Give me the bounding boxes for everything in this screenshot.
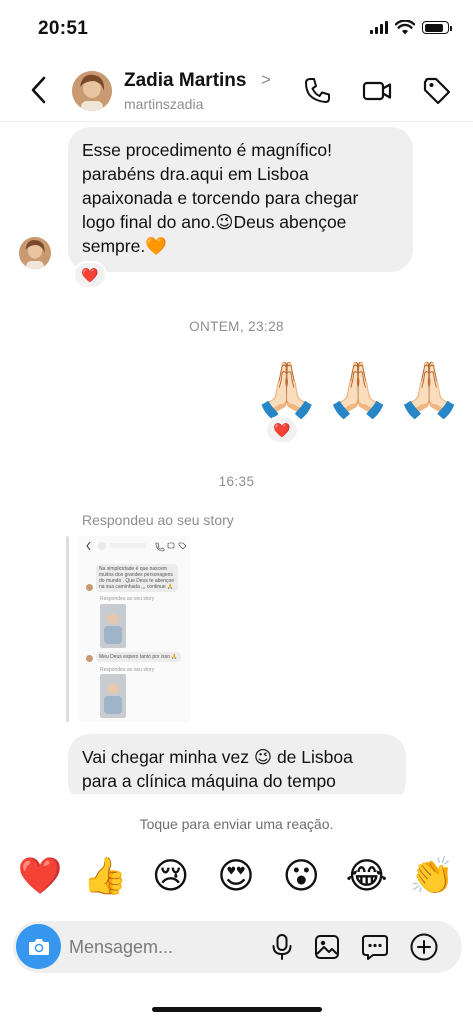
received-message-bubble[interactable]: Vai chegar minha vez 😉 de Lisboa para a … bbox=[68, 734, 406, 794]
preview-avatar bbox=[86, 655, 93, 662]
heart-reaction-icon: ❤️ bbox=[81, 266, 99, 283]
tag-icon[interactable] bbox=[421, 75, 453, 107]
message-line: parabéns dra.aqui em Lisboa bbox=[82, 164, 309, 184]
quick-reaction-tray: ❤️ 👍 😢 😍 😮 😂 👏 bbox=[16, 852, 456, 900]
timestamp: 16:35 bbox=[218, 474, 255, 489]
message-reaction[interactable]: ❤️ bbox=[265, 416, 299, 444]
story-preview[interactable]: Na simplicidade é que nascem muitos dos … bbox=[78, 536, 190, 722]
praying-hands-icon: 🙏🏻 bbox=[395, 360, 463, 420]
laughing-reaction-button[interactable]: 😂 bbox=[343, 852, 391, 900]
chat-header: Zadia Martins > martinszadia bbox=[0, 60, 473, 122]
preview-story-label: Respondeu ao seu story bbox=[100, 667, 155, 673]
battery-icon bbox=[422, 21, 452, 34]
add-button[interactable] bbox=[408, 931, 440, 963]
preview-avatar bbox=[86, 584, 93, 591]
heart-icon: ❤️ bbox=[17, 855, 63, 896]
surprised-reaction-button[interactable]: 😮 bbox=[277, 852, 325, 900]
story-reply-bar bbox=[66, 536, 69, 722]
preview-story-image bbox=[100, 604, 126, 648]
clapping-reaction-button[interactable]: 👏 bbox=[408, 852, 456, 900]
crying-reaction-button[interactable]: 😢 bbox=[147, 852, 195, 900]
status-time: 20:51 bbox=[38, 18, 89, 39]
gallery-button[interactable] bbox=[311, 931, 343, 963]
laughing-face-icon: 😂 bbox=[345, 855, 388, 896]
thumbs-up-icon: 👍 bbox=[82, 855, 128, 896]
wifi-icon bbox=[395, 20, 415, 35]
surprised-face-icon: 😮 bbox=[282, 855, 321, 896]
timestamp: ONTEM, 23:28 bbox=[189, 319, 284, 334]
profile-photo bbox=[72, 71, 112, 111]
clapping-hands-icon: 👏 bbox=[409, 855, 455, 896]
message-line: sempre.🧡 bbox=[82, 236, 168, 256]
story-reply-label: Respondeu ao seu story bbox=[82, 512, 234, 528]
preview-message: Meu Deus espero tanto por isso 🙏 bbox=[96, 652, 181, 662]
avatar[interactable] bbox=[72, 71, 112, 111]
message-input[interactable] bbox=[69, 933, 259, 961]
praying-hands-icon: 🙏🏻 bbox=[253, 360, 321, 420]
sticker-chat-icon bbox=[362, 935, 388, 960]
add-circle-icon bbox=[410, 933, 438, 961]
sent-emoji-message[interactable]: 🙏🏻 🙏🏻 🙏🏻 bbox=[253, 358, 463, 422]
back-chevron-icon[interactable] bbox=[26, 74, 52, 106]
message-reaction[interactable]: ❤️ bbox=[73, 261, 107, 289]
crying-face-icon: 😢 bbox=[151, 855, 190, 896]
camera-button[interactable] bbox=[16, 924, 61, 969]
phone-icon[interactable] bbox=[301, 75, 333, 107]
praying-hands-icon: 🙏🏻 bbox=[324, 360, 392, 420]
heart-eyes-icon: 😍 bbox=[217, 855, 255, 896]
contact-name[interactable]: Zadia Martins bbox=[124, 70, 246, 92]
message-line: logo final do ano.😉Deus abençoe bbox=[82, 212, 347, 232]
status-bar: 20:51 bbox=[0, 0, 473, 52]
preview-story-image bbox=[100, 674, 126, 718]
gallery-icon bbox=[315, 935, 339, 959]
reaction-hint: Toque para enviar uma reação. bbox=[139, 816, 334, 832]
heart-reaction-icon: ❤️ bbox=[273, 421, 291, 438]
chevron-right-icon[interactable]: > bbox=[261, 70, 271, 90]
thumbs-up-reaction-button[interactable]: 👍 bbox=[81, 852, 129, 900]
heart-reaction-button[interactable]: ❤️ bbox=[16, 852, 64, 900]
preview-story-label: Respondeu ao seu story bbox=[100, 596, 155, 602]
battery-level bbox=[424, 23, 444, 32]
cellular-signal-icon bbox=[370, 21, 388, 34]
message-line: para a clínica máquina do tempo bbox=[82, 771, 336, 791]
sticker-button[interactable] bbox=[359, 931, 391, 963]
status-icons bbox=[370, 20, 452, 35]
received-message-bubble[interactable]: Esse procedimento é magnífico! parabéns … bbox=[68, 127, 413, 272]
video-camera-icon[interactable] bbox=[361, 75, 393, 107]
camera-icon bbox=[28, 938, 49, 955]
contact-username[interactable]: martinszadia bbox=[124, 96, 203, 112]
message-line: Esse procedimento é magnífico! bbox=[82, 140, 332, 160]
preview-header-icons bbox=[86, 541, 187, 552]
message-thread[interactable]: Esse procedimento é magnífico! parabéns … bbox=[0, 122, 473, 794]
home-indicator[interactable] bbox=[152, 1007, 322, 1012]
profile-photo bbox=[19, 237, 51, 269]
message-line: apaixonada e torcendo para chegar bbox=[82, 188, 359, 208]
sender-avatar[interactable] bbox=[19, 237, 51, 269]
microphone-button[interactable] bbox=[266, 931, 298, 963]
microphone-icon bbox=[272, 934, 292, 960]
message-line: Vai chegar minha vez 😉 de Lisboa bbox=[82, 747, 353, 767]
message-composer bbox=[13, 921, 462, 973]
heart-eyes-reaction-button[interactable]: 😍 bbox=[212, 852, 260, 900]
preview-message: Na simplicidade é que nascem muitos dos … bbox=[96, 564, 178, 592]
